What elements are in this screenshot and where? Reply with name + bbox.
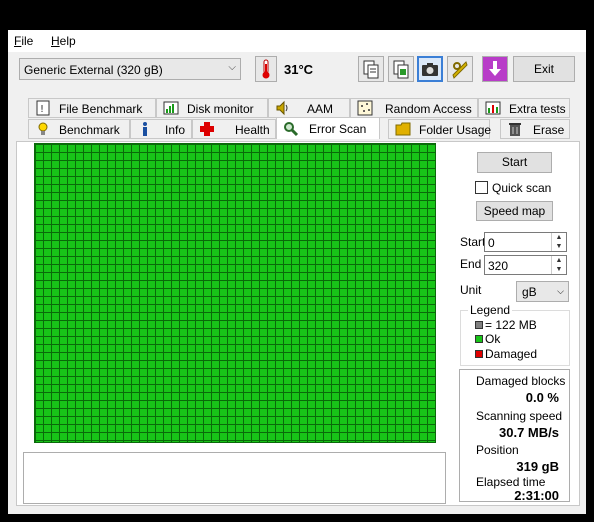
extra-tests-icon: [485, 101, 501, 115]
elapsed-time-label: Elapsed time: [476, 475, 546, 489]
app-window: File Help Generic External (320 gB) ⌵ 31…: [8, 30, 586, 514]
copy-image-button[interactable]: [388, 56, 414, 82]
speed-map-button[interactable]: Speed map: [476, 201, 553, 221]
thermometer-icon: [255, 56, 277, 82]
tab-label: Random Access: [385, 102, 472, 116]
benchmark-icon: [38, 122, 48, 135]
unit-value: gB: [522, 285, 537, 299]
magnifier-icon: [284, 122, 299, 137]
tab-erase[interactable]: Erase: [500, 119, 570, 139]
chevron-down-icon: ⌵: [557, 286, 564, 296]
unit-label: Unit: [460, 283, 482, 297]
legend-ok-swatch: [475, 335, 483, 343]
tab-label: Erase: [533, 123, 565, 137]
log-box[interactable]: [23, 452, 446, 504]
tab-label: Health: [235, 123, 270, 137]
copy-text-button[interactable]: [358, 56, 384, 82]
legend-block-size: = 122 MB: [485, 318, 537, 332]
trash-icon: [509, 123, 521, 136]
download-arrow-icon: [489, 61, 501, 76]
elapsed-time-value: 2:31:00: [514, 488, 559, 503]
legend-ok: Ok: [485, 332, 501, 346]
tab-label: Benchmark: [59, 123, 120, 137]
speaker-icon: [276, 100, 288, 116]
damaged-blocks-label: Damaged blocks: [476, 374, 566, 388]
copy-image-icon: [393, 60, 409, 79]
start-scan-button[interactable]: Start: [477, 152, 552, 173]
copy-icon: [363, 60, 379, 79]
options-button[interactable]: [447, 56, 473, 82]
tab-file-benchmark[interactable]: ! File Benchmark: [28, 98, 156, 118]
menu-bar: File Help: [8, 30, 586, 52]
tab-label: Extra tests: [509, 102, 566, 116]
tab-folder-usage[interactable]: Folder Usage: [388, 119, 492, 139]
quick-scan-label: Quick scan: [492, 181, 552, 195]
scanning-speed-label: Scanning speed: [476, 409, 563, 423]
drive-select-value: Generic External (320 gB): [24, 63, 163, 77]
legend-title: Legend: [468, 303, 513, 317]
position-label: Position: [476, 443, 519, 457]
exit-button[interactable]: Exit: [513, 56, 575, 82]
damaged-blocks-value: 0.0 %: [525, 390, 559, 405]
scanning-speed-value: 30.7 MB/s: [499, 425, 559, 440]
end-label: End: [460, 257, 482, 271]
spin-arrows-icon[interactable]: ▲ ▼: [551, 233, 566, 251]
tab-label: Info: [165, 123, 186, 137]
folder-icon: [395, 122, 411, 136]
tab-disk-monitor[interactable]: Disk monitor: [156, 98, 268, 118]
end-input[interactable]: 320 ▲ ▼: [484, 255, 567, 275]
menu-help[interactable]: Help: [51, 34, 76, 48]
tab-health[interactable]: Health: [192, 119, 276, 139]
menu-file[interactable]: File: [14, 34, 33, 48]
tab-random-access[interactable]: Random Access: [350, 98, 478, 118]
spin-arrows-icon[interactable]: ▲ ▼: [551, 256, 566, 274]
chevron-down-icon: ⌵: [228, 62, 236, 73]
start-value: 0: [488, 236, 495, 250]
tab-label: Folder Usage: [419, 123, 492, 137]
tab-benchmark[interactable]: Benchmark: [28, 119, 130, 139]
tab-aam[interactable]: AAM: [268, 98, 350, 118]
file-benchmark-icon: !: [36, 100, 50, 116]
update-button[interactable]: [482, 56, 508, 82]
health-icon: [200, 122, 214, 136]
random-access-icon: [357, 100, 373, 116]
tools-icon: [452, 61, 468, 79]
tab-label: Error Scan: [309, 122, 367, 136]
quick-scan-checkbox[interactable]: [475, 181, 488, 194]
tab-info[interactable]: Info: [130, 119, 192, 139]
end-value: 320: [488, 259, 509, 273]
svg-text:!: !: [40, 104, 44, 115]
tab-extra-tests[interactable]: Extra tests: [478, 98, 570, 118]
legend-block-swatch: [475, 321, 483, 329]
camera-icon: [422, 63, 438, 76]
stats-box: Damaged blocks 0.0 % Scanning speed 30.7…: [459, 369, 570, 503]
start-label: Start: [460, 235, 486, 249]
screenshot-button[interactable]: [417, 56, 443, 82]
block-map: [34, 143, 436, 443]
position-value: 319 gB: [516, 459, 559, 474]
tab-label: AAM: [307, 102, 334, 116]
toolbar: Generic External (320 gB) ⌵ 31°C Exit: [8, 52, 586, 90]
temperature-readout: 31°C: [284, 62, 314, 77]
disk-monitor-icon: [163, 101, 179, 115]
drive-select[interactable]: Generic External (320 gB) ⌵: [19, 58, 241, 80]
tab-label: File Benchmark: [59, 102, 143, 116]
start-input[interactable]: 0 ▲ ▼: [484, 232, 567, 252]
unit-select[interactable]: gB ⌵: [516, 281, 569, 302]
info-icon: [143, 122, 147, 136]
legend-damaged-swatch: [475, 350, 483, 358]
legend-damaged: Damaged: [485, 347, 538, 361]
tab-label: Disk monitor: [187, 102, 254, 116]
tab-error-scan[interactable]: Error Scan: [276, 117, 380, 139]
